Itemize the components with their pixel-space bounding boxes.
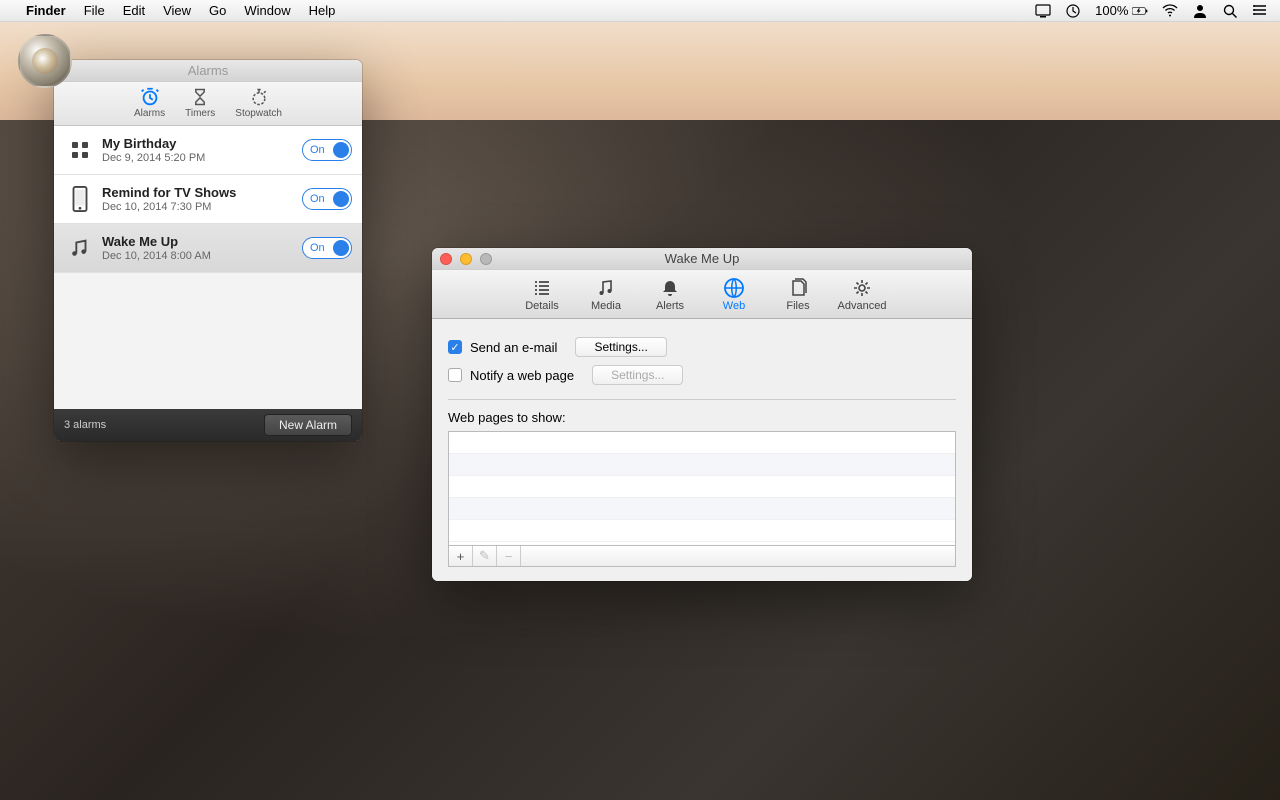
alarms-titlebar[interactable]: Alarms	[54, 60, 362, 82]
alarm-toggle[interactable]: On	[302, 139, 352, 161]
empty-area	[54, 273, 362, 409]
new-alarm-button[interactable]: New Alarm	[264, 414, 352, 436]
window-title: Alarms	[188, 63, 228, 78]
tab-alarms[interactable]: Alarms	[134, 86, 165, 119]
menu-help[interactable]: Help	[309, 3, 336, 18]
notifications-icon[interactable]	[1252, 3, 1268, 19]
alarms-footer: 3 alarms New Alarm	[54, 409, 362, 441]
alert-icon	[18, 34, 72, 88]
user-icon[interactable]	[1192, 3, 1208, 19]
zoom-button[interactable]	[480, 253, 492, 265]
alarm-name: Wake Me Up	[102, 234, 302, 249]
divider	[448, 399, 956, 400]
menu-go[interactable]: Go	[209, 3, 226, 18]
pages-label: Web pages to show:	[448, 410, 956, 425]
email-settings-button[interactable]: Settings...	[575, 337, 666, 357]
list-icon	[532, 276, 552, 300]
add-button[interactable]: +	[449, 546, 473, 566]
wifi-icon[interactable]	[1162, 3, 1178, 19]
toggle-knob	[333, 142, 349, 158]
send-email-label: Send an e-mail	[470, 340, 557, 355]
display-icon[interactable]	[1035, 3, 1051, 19]
alarm-name: My Birthday	[102, 136, 302, 151]
alarm-row[interactable]: My BirthdayDec 9, 2014 5:20 PM On	[54, 126, 362, 175]
music-icon	[596, 276, 616, 300]
tab-web[interactable]: Web	[709, 276, 759, 312]
notify-web-checkbox[interactable]	[448, 368, 462, 382]
toggle-knob	[333, 240, 349, 256]
alarms-toolbar: Alarms Timers Stopwatch	[54, 82, 362, 126]
close-button[interactable]	[440, 253, 452, 265]
menu-window[interactable]: Window	[244, 3, 290, 18]
notify-web-label: Notify a web page	[470, 368, 574, 383]
menu-file[interactable]: File	[84, 3, 105, 18]
hourglass-icon	[190, 86, 210, 108]
phone-icon	[64, 183, 96, 215]
menu-view[interactable]: View	[163, 3, 191, 18]
alarm-row[interactable]: Wake Me UpDec 10, 2014 8:00 AM On	[54, 224, 362, 273]
tab-details[interactable]: Details	[517, 276, 567, 312]
zoom-button[interactable]	[102, 65, 114, 77]
send-email-checkbox[interactable]: ✓	[448, 340, 462, 354]
battery-status[interactable]: 100%	[1095, 3, 1148, 19]
clock-icon[interactable]	[1065, 3, 1081, 19]
tab-files[interactable]: Files	[773, 276, 823, 312]
alarm-row[interactable]: Remind for TV ShowsDec 10, 2014 7:30 PM …	[54, 175, 362, 224]
tab-advanced[interactable]: Advanced	[837, 276, 887, 312]
alarm-date: Dec 9, 2014 5:20 PM	[102, 152, 302, 164]
macos-menubar: Finder File Edit View Go Window Help 100…	[0, 0, 1280, 22]
alarm-date: Dec 10, 2014 8:00 AM	[102, 250, 302, 262]
edit-button: ✎	[473, 546, 497, 566]
minimize-button[interactable]	[82, 65, 94, 77]
music-note-icon	[64, 232, 96, 264]
stopwatch-icon	[249, 86, 269, 108]
list-controls: + ✎ −	[448, 546, 956, 567]
gear-icon	[852, 276, 872, 300]
alarm-name: Remind for TV Shows	[102, 185, 302, 200]
alarm-count: 3 alarms	[64, 419, 106, 431]
window-title: Wake Me Up	[665, 251, 740, 266]
grid-icon	[64, 134, 96, 166]
alarms-window: Alarms Alarms Timers Stopwatch My Birthd…	[54, 60, 362, 441]
remove-button: −	[497, 546, 521, 566]
settings-window: Wake Me Up Details Media Alerts Web File…	[432, 248, 972, 581]
bell-icon	[660, 276, 680, 300]
tab-alerts[interactable]: Alerts	[645, 276, 695, 312]
settings-body: ✓ Send an e-mail Settings... Notify a we…	[432, 319, 972, 581]
web-settings-button: Settings...	[592, 365, 683, 385]
alarm-clock-icon	[139, 86, 161, 108]
tab-stopwatch[interactable]: Stopwatch	[235, 86, 282, 119]
tab-timers[interactable]: Timers	[185, 86, 215, 119]
app-menu[interactable]: Finder	[26, 3, 66, 18]
files-icon	[788, 276, 808, 300]
alarm-toggle[interactable]: On	[302, 188, 352, 210]
web-pages-list[interactable]	[448, 431, 956, 546]
alarm-date: Dec 10, 2014 7:30 PM	[102, 201, 302, 213]
settings-toolbar: Details Media Alerts Web Files Advanced	[432, 270, 972, 319]
settings-titlebar[interactable]: Wake Me Up	[432, 248, 972, 270]
minimize-button[interactable]	[460, 253, 472, 265]
menu-edit[interactable]: Edit	[123, 3, 145, 18]
spotlight-icon[interactable]	[1222, 3, 1238, 19]
alarm-toggle[interactable]: On	[302, 237, 352, 259]
globe-icon	[723, 276, 745, 300]
tab-media[interactable]: Media	[581, 276, 631, 312]
toggle-knob	[333, 191, 349, 207]
alarms-list: My BirthdayDec 9, 2014 5:20 PM On Remind…	[54, 126, 362, 409]
